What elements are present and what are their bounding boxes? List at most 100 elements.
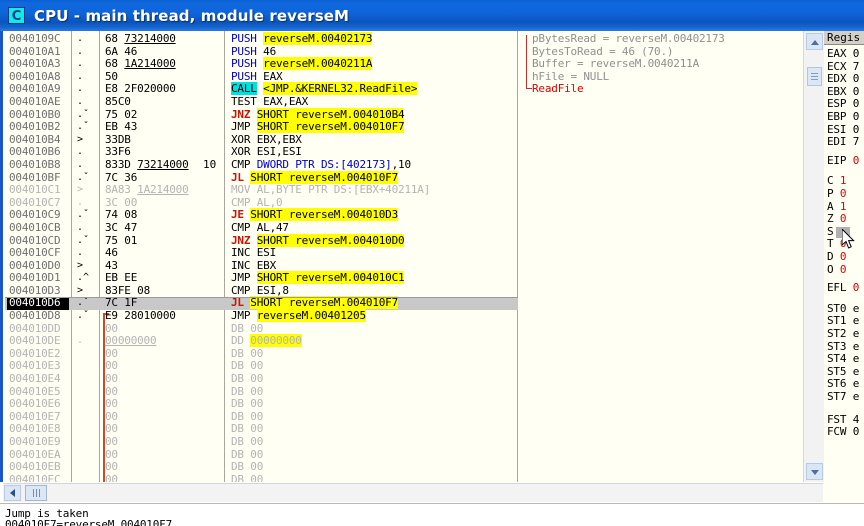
scroll-up-icon[interactable] — [806, 33, 823, 50]
scroll-left-icon[interactable] — [4, 485, 21, 501]
disassembly-vertical-scrollbar[interactable] — [803, 31, 824, 482]
instruction-bytes: 00000000 — [105, 334, 157, 348]
instruction-marker: . — [77, 196, 84, 208]
registers-pane[interactable]: Regis EAX 0 ECX 7 EDX 0 EBX 0 ESP 0 EBP 0 ESI … — [824, 31, 864, 526]
title-bar[interactable]: C CPU - main thread, module reverseM — [0, 0, 864, 31]
instruction-operands: ESI,8 — [256, 283, 289, 297]
instruction-operands: SHORT reverseM.004010F7 — [256, 120, 405, 134]
instruction-mnemonic: JMP — [231, 271, 251, 285]
instruction-mnemonic: PUSH — [231, 32, 257, 45]
instruction-bytes: 68 73214000 — [105, 32, 176, 45]
instruction-marker: . — [77, 247, 84, 259]
instruction-mnemonic: DB — [231, 435, 244, 448]
instruction-mnemonic: PUSH — [231, 57, 257, 71]
scroll-down-icon[interactable] — [806, 463, 823, 480]
instruction-mnemonic: JE — [231, 208, 244, 222]
instruction-text: CMP DWORD PTR DS:[402173],10 — [231, 157, 411, 172]
instruction-mnemonic: INC — [231, 258, 251, 272]
instruction-marker: .ˇ — [77, 121, 90, 133]
instruction-operands: 00 — [250, 409, 264, 423]
instruction-marker: . — [77, 221, 84, 233]
instruction-bytes: 00 — [105, 384, 118, 398]
instruction-operands: SHORT reverseM.004010D0 — [256, 233, 405, 247]
instruction-operands: EBX — [256, 258, 276, 272]
instruction-bytes: 85C0 — [105, 94, 131, 108]
status-line-2: 004010F7=reverseM.004010F7 — [5, 518, 172, 526]
register-fcw[interactable]: FCW 0 — [827, 425, 859, 439]
instruction-mnemonic: CMP — [231, 220, 251, 234]
instruction-operands: ESI — [256, 246, 276, 260]
instruction-operands: 00 — [250, 397, 264, 411]
instruction-marker: .ˇ — [77, 209, 90, 221]
instruction-operands: 00 — [250, 372, 264, 386]
instruction-mnemonic: XOR — [231, 132, 251, 146]
instruction-marker: .ˇ — [77, 297, 90, 309]
instruction-mnemonic: DB — [231, 422, 244, 436]
instruction-marker: . — [77, 58, 84, 70]
instruction-bytes: E9 28010000 — [105, 309, 176, 323]
instruction-address: 004010B2 — [9, 120, 61, 134]
instruction-text: DB 00 — [231, 472, 263, 482]
flag-selection-highlight — [836, 227, 850, 238]
instruction-address: 004010DE — [9, 334, 61, 348]
instruction-bytes: 00 — [105, 472, 118, 482]
instruction-bytes: 46 — [105, 246, 118, 260]
instruction-operands: SHORT reverseM.004010F7 — [250, 170, 399, 184]
instruction-address: 004010E6 — [9, 397, 61, 411]
instruction-operands: reverseM.0040211A — [263, 57, 373, 71]
register-st7[interactable]: ST7 e — [827, 390, 859, 404]
flag-o[interactable]: O 0 — [827, 263, 847, 277]
instruction-marker: .ˇ — [77, 171, 90, 183]
instruction-marker: . — [77, 33, 84, 44]
instruction-marker: > — [77, 184, 84, 196]
instruction-marker: .ˇ — [77, 108, 90, 120]
instruction-bytes: 8A83 1A214000 — [105, 183, 189, 197]
horizontal-scroll-thumb[interactable] — [25, 485, 47, 501]
instruction-address: 004010D1 — [9, 271, 61, 285]
instruction-operands: AL,47 — [256, 220, 289, 234]
instruction-operands: 00 — [250, 447, 264, 461]
register-eip[interactable]: EIP 0 — [827, 154, 859, 168]
instruction-marker: . — [77, 335, 84, 347]
instruction-operands: 00 — [250, 346, 264, 360]
instruction-marker: .ˇ — [77, 310, 90, 322]
instruction-mnemonic: JNZ — [231, 107, 251, 121]
instruction-mnemonic: JL — [231, 170, 244, 184]
instruction-operands: <JMP.&KERNEL32.ReadFile> — [263, 82, 418, 96]
instruction-address: 004010D8 — [9, 309, 61, 323]
instruction-bytes: 68 1A214000 — [105, 57, 176, 71]
instruction-operands: SHORT reverseM.004010F7 — [250, 296, 399, 310]
vertical-scroll-thumb[interactable] — [807, 67, 822, 86]
instruction-mnemonic: TEST — [231, 94, 257, 108]
instruction-bytes: 00 — [105, 346, 118, 360]
instruction-operands: 00 — [250, 384, 264, 398]
instruction-marker: > — [77, 133, 84, 145]
instruction-marker: . — [77, 45, 84, 57]
instruction-mnemonic: DB — [231, 372, 244, 386]
instruction-address: 004010B8 — [9, 157, 61, 171]
instruction-bytes: 3C 47 — [105, 220, 138, 234]
instruction-address: 004010EC — [9, 472, 61, 482]
ollydbg-cpu-window: C CPU - main thread, module reverseM 004… — [0, 0, 864, 526]
register-edi[interactable]: EDI 7 — [827, 135, 859, 149]
instruction-marker: . — [77, 158, 84, 170]
instruction-address: 0040109C — [9, 32, 61, 45]
instruction-bytes: 00 — [105, 359, 118, 373]
instruction-address: 004010CF — [9, 246, 61, 260]
instruction-mnemonic: DB — [231, 472, 244, 482]
registers-header: Regis — [824, 31, 864, 45]
instruction-mnemonic: DB — [231, 447, 244, 461]
instruction-operands: 00000000 — [250, 334, 302, 348]
disassembly-horizontal-scrollbar[interactable] — [3, 483, 823, 502]
instruction-bytes: 00 — [105, 422, 118, 436]
instruction-bytes: 75 01 — [105, 233, 138, 247]
register-efl[interactable]: EFL 0 — [827, 281, 859, 295]
instruction-operands: DWORD PTR DS:[402173],10 — [256, 157, 411, 171]
instruction-bytes: 00 — [105, 447, 118, 461]
instruction-marker: .^ — [77, 272, 90, 284]
instruction-address: 004010CB — [9, 220, 61, 234]
instruction-bytes: 00 — [105, 409, 118, 423]
instruction-mnemonic: DB — [231, 321, 244, 335]
info-line-pbytesread: pBytesRead = reverseM.00402173 — [532, 32, 725, 45]
cpu-window-icon: C — [8, 7, 25, 24]
